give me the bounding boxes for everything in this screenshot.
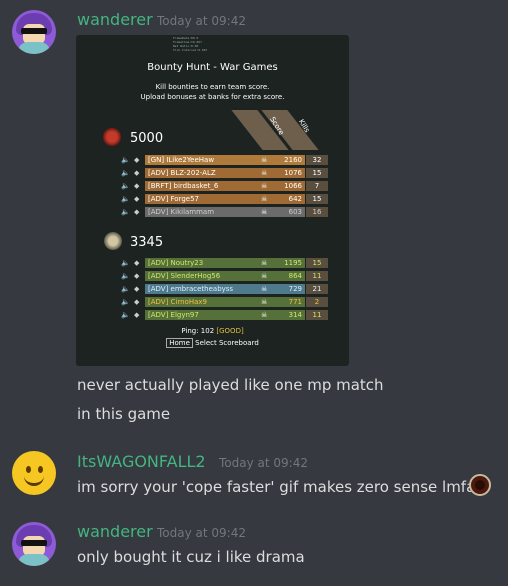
player-name: [ADV] Elgyn97 <box>148 311 199 319</box>
status-icon: ☠ <box>261 182 268 190</box>
class-icon: ◆ <box>134 272 140 280</box>
emoji-sticker-icon <box>469 474 491 496</box>
player-score: 314 <box>288 311 302 319</box>
scoreboard-row: 🔈 ◆ [ADV] SlenderHog56 ☠ 864 11 <box>121 271 331 281</box>
game-description: Kill bounties to earn team score. Upload… <box>140 83 285 101</box>
status-icon: ☠ <box>261 208 268 216</box>
player-score: 729 <box>288 285 302 293</box>
scoreboard-row: 🔈 ◆ [BRFT] birdbasket_6 ☠ 1066 7 <box>121 181 331 191</box>
scoreboard-column-headers: Score Kills <box>231 110 333 150</box>
team2-score: 3345 <box>130 235 164 250</box>
status-icon: ☠ <box>261 156 268 164</box>
player-kills: 32 <box>306 155 328 165</box>
debug-overlay: FrameRate:60.0 Frametime:16.667 Net Rati… <box>173 36 208 52</box>
speaker-icon[interactable]: 🔈 <box>121 156 130 164</box>
scoreboard-row: 🔈 ◆ [ADV] embracetheabyss ☠ 729 21 <box>121 284 331 294</box>
speaker-icon[interactable]: 🔈 <box>121 298 130 306</box>
username[interactable]: wanderer <box>77 10 153 29</box>
status-icon: ☠ <box>261 285 268 293</box>
speaker-icon[interactable]: 🔈 <box>121 182 130 190</box>
player-name: [ADV] Kikilammam <box>148 208 215 216</box>
player-name: [ADV] Forge57 <box>148 195 200 203</box>
class-icon: ◆ <box>134 208 140 216</box>
game-title: Bounty Hunt - War Games <box>147 62 278 73</box>
speaker-icon[interactable]: 🔈 <box>121 208 130 216</box>
speaker-icon[interactable]: 🔈 <box>121 169 130 177</box>
player-kills: 16 <box>306 207 328 217</box>
team1-emblem-icon <box>103 128 121 146</box>
username[interactable]: ItsWAGONFALL2 <box>77 452 206 471</box>
player-score: 864 <box>288 272 302 280</box>
team2-emblem-icon <box>104 232 122 250</box>
class-icon: ◆ <box>134 311 140 319</box>
player-kills: 15 <box>306 194 328 204</box>
player-kills: 15 <box>306 168 328 178</box>
speaker-icon[interactable]: 🔈 <box>121 272 130 280</box>
player-score: 1195 <box>284 259 302 267</box>
user-avatar[interactable] <box>12 451 56 495</box>
status-icon: ☠ <box>261 169 268 177</box>
status-icon: ☠ <box>261 259 268 267</box>
class-icon: ◆ <box>134 156 140 164</box>
user-avatar[interactable] <box>12 522 56 566</box>
ping-status: Ping: 102 [GOOD] <box>181 327 244 335</box>
speaker-icon[interactable]: 🔈 <box>121 311 130 319</box>
player-name: [BRFT] birdbasket_6 <box>148 182 219 190</box>
player-name: [GN] ILike2YeeHaw <box>148 156 215 164</box>
player-name: [ADV] Noutry23 <box>148 259 204 267</box>
user-avatar[interactable] <box>12 10 56 54</box>
scoreboard-footer: Home Select Scoreboard <box>76 338 349 348</box>
speaker-icon[interactable]: 🔈 <box>121 195 130 203</box>
scoreboard-row: 🔈 ◆ [ADV] Forge57 ☠ 642 15 <box>121 194 331 204</box>
scoreboard-row: 🔈 ◆ [ADV] CirnoHax9 ☠ 771 2 <box>121 297 331 307</box>
team1-score: 5000 <box>130 131 164 146</box>
speaker-icon[interactable]: 🔈 <box>121 259 130 267</box>
status-icon: ☠ <box>261 298 268 306</box>
player-kills: 7 <box>306 181 328 191</box>
player-kills: 2 <box>306 297 328 307</box>
status-icon: ☠ <box>261 272 268 280</box>
scoreboard-row: 🔈 ◆ [ADV] Elgyn97 ☠ 314 11 <box>121 310 331 320</box>
scoreboard-row: 🔈 ◆ [GN] ILike2YeeHaw ☠ 2160 32 <box>121 155 331 165</box>
class-icon: ◆ <box>134 285 140 293</box>
player-kills: 21 <box>306 284 328 294</box>
player-score: 642 <box>288 195 302 203</box>
message-text: only bought it cuz i like drama <box>77 548 305 566</box>
game-scoreboard-image[interactable]: FrameRate:60.0 Frametime:16.667 Net Rati… <box>76 35 349 366</box>
scoreboard-row: 🔈 ◆ [ADV] Kikilammam ☠ 603 16 <box>121 207 331 217</box>
timestamp: Today at 09:42 <box>157 14 246 28</box>
player-kills: 15 <box>306 258 328 268</box>
message-text: in this game <box>77 405 171 423</box>
player-kills: 11 <box>306 310 328 320</box>
scoreboard-row: 🔈 ◆ [ADV] BLZ-202-ALZ ☠ 1076 15 <box>121 168 331 178</box>
player-name: [ADV] CirnoHax9 <box>148 298 207 306</box>
class-icon: ◆ <box>134 169 140 177</box>
class-icon: ◆ <box>134 259 140 267</box>
status-icon: ☠ <box>261 195 268 203</box>
player-kills: 11 <box>306 271 328 281</box>
class-icon: ◆ <box>134 182 140 190</box>
timestamp: Today at 09:42 <box>219 456 308 470</box>
class-icon: ◆ <box>134 195 140 203</box>
home-key: Home <box>166 338 193 348</box>
player-score: 771 <box>288 298 302 306</box>
player-name: [ADV] embracetheabyss <box>148 285 234 293</box>
speaker-icon[interactable]: 🔈 <box>121 285 130 293</box>
username[interactable]: wanderer <box>77 522 153 541</box>
message-text: im sorry your 'cope faster' gif makes ze… <box>77 478 485 496</box>
player-name: [ADV] BLZ-202-ALZ <box>148 169 216 177</box>
player-score: 603 <box>288 208 302 216</box>
timestamp: Today at 09:42 <box>157 526 246 540</box>
player-score: 1066 <box>284 182 302 190</box>
class-icon: ◆ <box>134 298 140 306</box>
player-name: [ADV] SlenderHog56 <box>148 272 221 280</box>
scoreboard-row: 🔈 ◆ [ADV] Noutry23 ☠ 1195 15 <box>121 258 331 268</box>
player-score: 2160 <box>284 156 302 164</box>
message-text: never actually played like one mp match <box>77 376 384 394</box>
player-score: 1076 <box>284 169 302 177</box>
status-icon: ☠ <box>261 311 268 319</box>
